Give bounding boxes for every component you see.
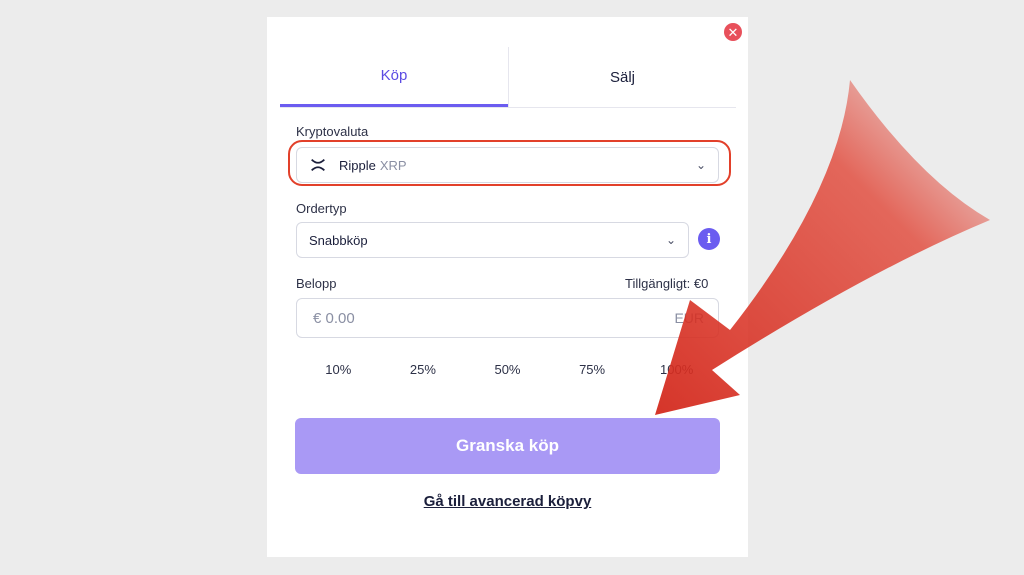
crypto-name: Ripple [339,157,376,173]
pct-100-button[interactable]: 100% [634,362,719,377]
percentage-row: 10% 25% 50% 75% 100% [296,362,719,377]
amount-label: Belopp [296,276,337,291]
pct-75-button[interactable]: 75% [550,362,635,377]
order-type-label: Ordertyp [296,201,347,216]
available-balance: Tillgängligt: €0 [625,276,709,291]
xrp-icon [311,158,325,172]
tab-buy[interactable]: Köp [280,47,508,107]
currency-label: EUR [674,310,704,326]
buy-sell-modal: ✕ Köp Sälj Kryptovaluta Ripple XRP ⌄ Ord… [267,17,748,557]
pct-10-button[interactable]: 10% [296,362,381,377]
advanced-buy-link[interactable]: Gå till avancerad köpvy [267,493,748,510]
tab-bar: Köp Sälj [280,47,736,108]
chevron-down-icon: ⌄ [665,233,676,247]
close-icon[interactable]: ✕ [724,23,742,41]
tab-sell[interactable]: Sälj [508,47,736,107]
order-type-value: Snabbköp [309,232,368,248]
amount-input[interactable] [311,308,615,328]
crypto-ticker: XRP [379,157,407,173]
review-purchase-button[interactable]: Granska köp [295,418,720,474]
crypto-select[interactable]: Ripple XRP ⌄ [296,147,719,183]
info-icon[interactable]: i [698,228,720,250]
pct-50-button[interactable]: 50% [465,362,550,377]
amount-field[interactable]: EUR [296,298,719,338]
pct-25-button[interactable]: 25% [381,362,466,377]
crypto-label: Kryptovaluta [296,124,369,139]
chevron-down-icon: ⌄ [695,158,706,172]
order-type-select[interactable]: Snabbköp ⌄ [296,222,689,258]
